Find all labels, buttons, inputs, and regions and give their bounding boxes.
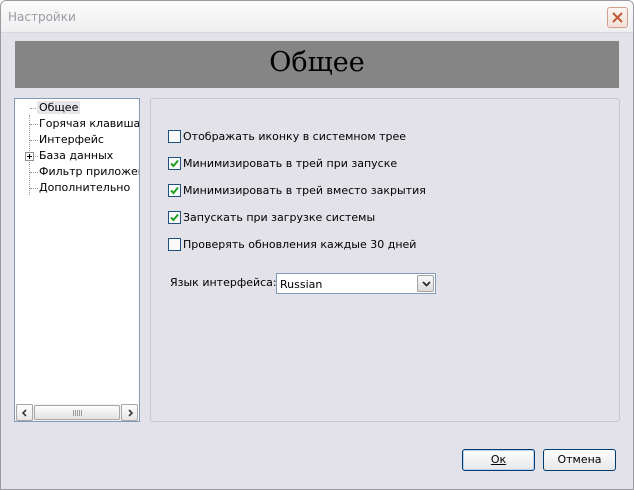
dropdown-button[interactable]: [417, 275, 434, 292]
horizontal-scrollbar[interactable]: [16, 404, 138, 421]
settings-window: Настройки Общее Общее Горячая клавиша Инте…: [0, 0, 634, 490]
option-label: Запускать при загрузке системы: [183, 211, 376, 224]
tree-item[interactable]: Интерфейс: [15, 132, 139, 148]
expand-icon[interactable]: [25, 152, 34, 161]
option-checkbox[interactable]: [168, 130, 181, 143]
tree-connector: [30, 172, 38, 173]
check-icon: [170, 213, 179, 222]
tree-connector: [30, 124, 38, 125]
window-title: Настройки: [8, 10, 76, 24]
tree-item-label: Интерфейс: [39, 133, 104, 146]
arrow-left-icon: [21, 409, 27, 417]
section-header: Общее: [15, 41, 619, 88]
language-select[interactable]: Russian: [276, 273, 436, 294]
tree-connector: [30, 140, 38, 141]
language-value: Russian: [280, 278, 323, 291]
tree-item-label: Горячая клавиша: [39, 117, 139, 130]
tree-item-label: Дополнительно: [39, 181, 131, 194]
ok-button-label: Ок: [490, 453, 507, 466]
tree-item-label: Общее: [37, 101, 81, 114]
option-label: Проверять обновления каждые 30 дней: [183, 238, 417, 251]
option-label: Минимизировать в трей при запуске: [183, 157, 398, 170]
scroll-right-button[interactable]: [121, 404, 138, 421]
close-icon: [612, 12, 623, 23]
cancel-button-label: Отмена: [557, 453, 602, 466]
settings-tree[interactable]: Общее Горячая клавиша Интерфейс База данных…: [14, 98, 140, 422]
option-checkbox[interactable]: [168, 184, 181, 197]
tree-item[interactable]: Дополнительно: [15, 180, 139, 196]
grip-icon: [73, 410, 83, 416]
option-label: Минимизировать в трей вместо закрытия: [183, 184, 426, 197]
option-label: Отображать иконку в системном трее: [183, 130, 407, 143]
tree-item-label: База данных: [39, 149, 114, 162]
scroll-left-button[interactable]: [16, 404, 33, 421]
tree-item[interactable]: Горячая клавиша: [15, 116, 139, 132]
tree-item-label: Фильтр приложени: [39, 165, 139, 178]
option-checkbox[interactable]: [168, 211, 181, 224]
ok-button[interactable]: Ок: [462, 449, 535, 471]
option-checkbox[interactable]: [168, 238, 181, 251]
language-label: Язык интерфейса:: [170, 276, 277, 289]
arrow-right-icon: [128, 409, 134, 417]
general-settings-panel: Отображать иконку в системном трее Миними…: [150, 98, 620, 422]
check-icon: [170, 186, 179, 195]
title-bar[interactable]: Настройки: [1, 1, 633, 33]
tree-item[interactable]: База данных: [15, 148, 139, 164]
close-button[interactable]: [607, 7, 628, 28]
section-title: Общее: [269, 47, 365, 78]
scroll-thumb[interactable]: [34, 405, 120, 420]
check-icon: [170, 159, 179, 168]
chevron-down-icon: [422, 281, 431, 287]
option-checkbox[interactable]: [168, 157, 181, 170]
tree-connector: [30, 188, 38, 189]
cancel-button[interactable]: Отмена: [543, 449, 616, 471]
tree-item[interactable]: Фильтр приложени: [15, 164, 139, 180]
tree-item[interactable]: Общее: [15, 100, 139, 116]
